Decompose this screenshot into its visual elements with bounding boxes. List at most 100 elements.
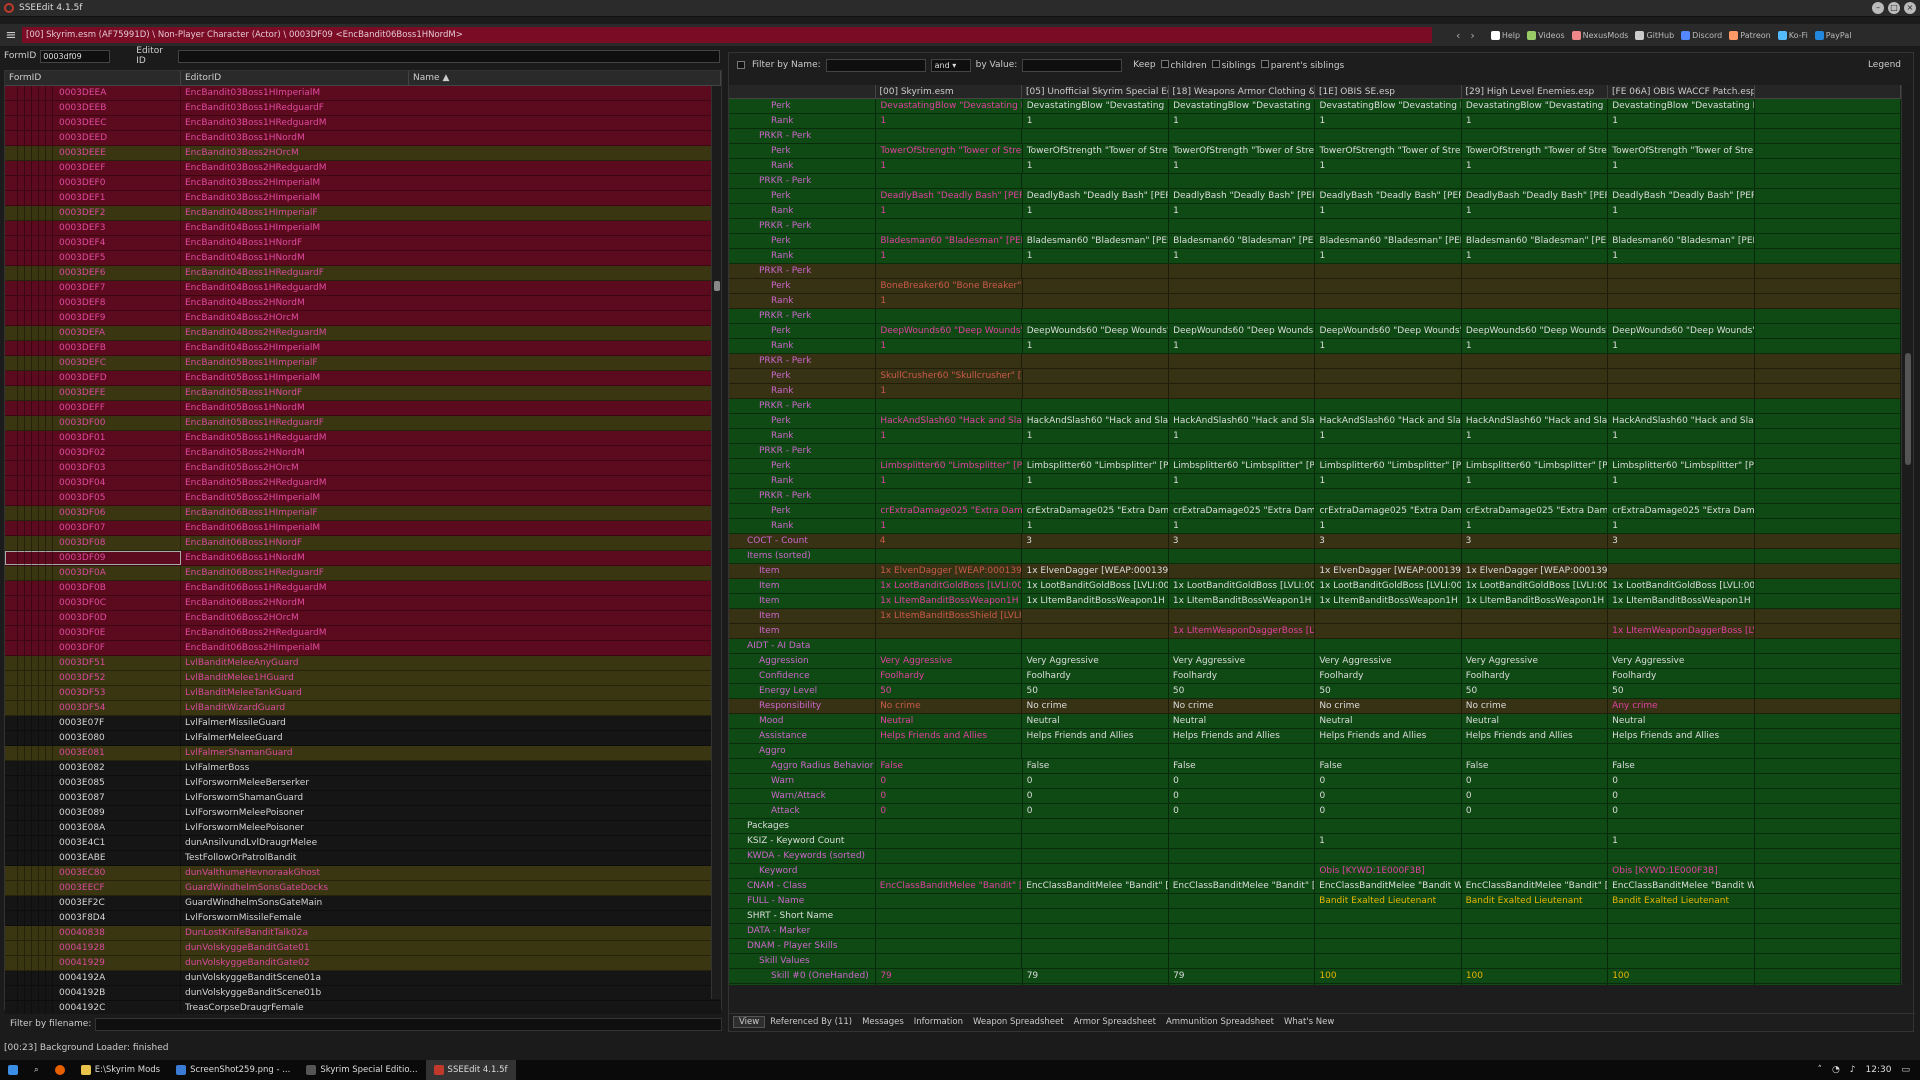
field-value[interactable]: 1 xyxy=(1315,429,1462,443)
field-value[interactable]: DeadlyBash "Deadly Bash" [PERK... xyxy=(1315,189,1462,203)
field-value[interactable] xyxy=(1315,444,1462,458)
field-value[interactable]: 1 xyxy=(1169,114,1316,128)
plugin-column-header[interactable]: [05] Unofficial Skyrim Special Editi... xyxy=(1022,85,1169,98)
record-row[interactable]: 0003EF2C GuardWindhelmSonsGateMain xyxy=(5,896,721,911)
field-value[interactable] xyxy=(876,954,1023,968)
filter-name-input[interactable] xyxy=(825,58,926,72)
record-row[interactable]: 0003DF06 EncBandit06Boss1HImperialF xyxy=(5,506,721,521)
field-value[interactable]: Helps Friends and Allies xyxy=(1022,729,1169,743)
field-value[interactable] xyxy=(1315,909,1462,923)
record-row[interactable]: 0003E085 LvlForswornMeleeBerserker xyxy=(5,776,721,791)
field-value[interactable]: EncClassBanditMelee "Bandit" [... xyxy=(1169,879,1316,893)
field-row[interactable]: Energy Level 50 50 50 50 50 50 xyxy=(729,684,1901,699)
record-row[interactable]: 0003DF00 EncBandit05Boss1HRedguardF xyxy=(5,416,721,431)
record-row[interactable]: 0003EECF GuardWindhelmSonsGateDocks xyxy=(5,881,721,896)
field-value[interactable] xyxy=(1169,549,1316,563)
field-value[interactable]: DeadlyBash "Deadly Bash" [PERK... xyxy=(1169,189,1316,203)
tab-ammunition-spreadsheet[interactable]: Ammunition Spreadsheet xyxy=(1161,1017,1279,1027)
field-value[interactable]: 1 xyxy=(1169,339,1316,353)
field-value[interactable] xyxy=(1022,219,1169,233)
record-list-scrollbar[interactable] xyxy=(711,86,721,999)
field-value[interactable]: 0 xyxy=(1608,804,1755,818)
field-value[interactable] xyxy=(1462,939,1609,953)
field-value[interactable]: TowerOfStrength "Tower of Stre... xyxy=(1169,144,1316,158)
field-value[interactable] xyxy=(1022,309,1169,323)
field-value[interactable]: DeadlyBash "Deadly Bash" [PERK... xyxy=(1608,189,1755,203)
field-value[interactable]: Very Aggressive xyxy=(1315,654,1462,668)
field-value[interactable] xyxy=(1169,924,1316,938)
field-value[interactable]: 1x LootBanditGoldBoss [LVLI:000... xyxy=(1462,579,1609,593)
record-row[interactable]: 0003DEFF EncBandit05Boss1HNordM xyxy=(5,401,721,416)
field-value[interactable] xyxy=(1169,369,1316,383)
field-value[interactable] xyxy=(1169,564,1316,578)
field-value[interactable]: BoneBreaker60 "Bone Breaker" [... xyxy=(876,279,1023,293)
record-row[interactable]: 0003DF0C EncBandit06Boss2HNordM xyxy=(5,596,721,611)
field-value[interactable]: 50 xyxy=(1608,684,1755,698)
record-row[interactable]: 0003E4C1 dunAnsilvundLvlDraugrMelee xyxy=(5,836,721,851)
field-value[interactable]: 100 xyxy=(1608,969,1755,983)
tab-weapon-spreadsheet[interactable]: Weapon Spreadsheet xyxy=(968,1017,1069,1027)
taskbar-app[interactable]: ScreenShot259.png - ... xyxy=(168,1060,298,1080)
field-value[interactable] xyxy=(1022,954,1169,968)
field-value[interactable]: 1 xyxy=(1023,114,1170,128)
field-value[interactable] xyxy=(876,864,1023,878)
field-value[interactable] xyxy=(1169,864,1316,878)
record-row[interactable]: 0003E087 LvlForswornShamanGuard xyxy=(5,791,721,806)
field-value[interactable] xyxy=(1608,924,1755,938)
field-value[interactable]: 0 xyxy=(1462,774,1609,788)
field-row[interactable]: Rank 1 1 1 1 1 1 xyxy=(729,474,1901,489)
field-value[interactable] xyxy=(1022,819,1169,833)
record-row[interactable]: 0003DEF7 EncBandit04Boss1HRedguardM xyxy=(5,281,721,296)
field-value[interactable] xyxy=(876,819,1023,833)
record-row[interactable]: 0003E080 LvlFalmerMeleeGuard xyxy=(5,731,721,746)
plugin-column-header[interactable]: [FE 06A] OBIS WACCF Patch.esp xyxy=(1608,85,1755,98)
maximize-icon[interactable]: □ xyxy=(1888,2,1900,14)
field-value[interactable]: DevastatingBlow "Devastating Bl... xyxy=(1169,99,1316,113)
field-value[interactable]: 0 xyxy=(1169,789,1316,803)
field-value[interactable]: 1 xyxy=(876,249,1023,263)
field-value[interactable]: DevastatingBlow "Devastating Bl... xyxy=(1462,99,1609,113)
field-value[interactable]: Bladesman60 "Bladesman" [PER... xyxy=(1462,234,1609,248)
field-value[interactable] xyxy=(1022,129,1169,143)
record-row[interactable]: 00041928 dunVolskyggeBanditGate01 xyxy=(5,941,721,956)
close-icon[interactable]: × xyxy=(1904,2,1916,14)
record-row[interactable]: 0003DF0A EncBandit06Boss1HRedguardF xyxy=(5,566,721,581)
field-value[interactable]: 84 xyxy=(1023,984,1170,985)
field-value[interactable]: HackAndSlash60 "Hack and Slas... xyxy=(1462,414,1609,428)
field-value[interactable] xyxy=(1169,744,1316,758)
field-value[interactable]: Neutral xyxy=(876,714,1023,728)
field-value[interactable] xyxy=(1608,609,1755,623)
field-value[interactable] xyxy=(1315,279,1462,293)
field-value[interactable]: Very Aggressive xyxy=(1608,654,1755,668)
field-value[interactable]: EncClassBanditMelee "Bandit W... xyxy=(1608,879,1755,893)
field-value[interactable]: 1x LItemBanditBossWeapon1H [... xyxy=(1608,594,1755,608)
field-value[interactable] xyxy=(1608,849,1755,863)
field-value[interactable] xyxy=(1608,279,1755,293)
field-row[interactable]: Aggro Radius Behavior False False False Fals… xyxy=(729,759,1901,774)
record-row[interactable]: 0003DEF6 EncBandit04Boss1HRedguardF xyxy=(5,266,721,281)
field-value[interactable]: 0 xyxy=(1608,789,1755,803)
record-row[interactable]: 0004192C TreasCorpseDraugrFemale xyxy=(5,1001,721,1014)
field-value[interactable]: EncClassBanditMelee "Bandit" [... xyxy=(1462,879,1609,893)
field-value[interactable] xyxy=(1169,264,1316,278)
record-row[interactable]: 0003EC80 dunValthumeHevnoraakGhost xyxy=(5,866,721,881)
field-row[interactable]: Rank 1 1 1 1 1 1 xyxy=(729,114,1901,129)
field-value[interactable] xyxy=(1608,744,1755,758)
field-value[interactable] xyxy=(1608,489,1755,503)
field-row[interactable]: Perk BoneBreaker60 "Bone Breaker" [... xyxy=(729,279,1901,294)
field-value[interactable]: Very Aggressive xyxy=(876,654,1023,668)
field-value[interactable]: 1 xyxy=(1169,474,1316,488)
record-row[interactable]: 0003DF09 EncBandit06Boss1HNordM xyxy=(5,551,721,566)
field-value[interactable] xyxy=(1608,219,1755,233)
field-value[interactable]: 1 xyxy=(1023,429,1170,443)
field-value[interactable] xyxy=(1462,279,1609,293)
field-row[interactable]: PRKR - Perk xyxy=(729,444,1901,459)
field-value[interactable]: 3 xyxy=(1169,534,1316,548)
field-row[interactable]: PerkcrExtraDamage025 "Extra Damag...crEx… xyxy=(729,504,1901,519)
field-value[interactable] xyxy=(1608,354,1755,368)
record-row[interactable]: 0003DF51 LvlBanditMeleeAnyGuard xyxy=(5,656,721,671)
link-github[interactable]: GitHub xyxy=(1635,30,1674,40)
field-value[interactable]: 1 xyxy=(876,204,1023,218)
field-row[interactable]: Mood Neutral Neutral Neutral Neutral Neutral N… xyxy=(729,714,1901,729)
field-value[interactable] xyxy=(1608,369,1755,383)
